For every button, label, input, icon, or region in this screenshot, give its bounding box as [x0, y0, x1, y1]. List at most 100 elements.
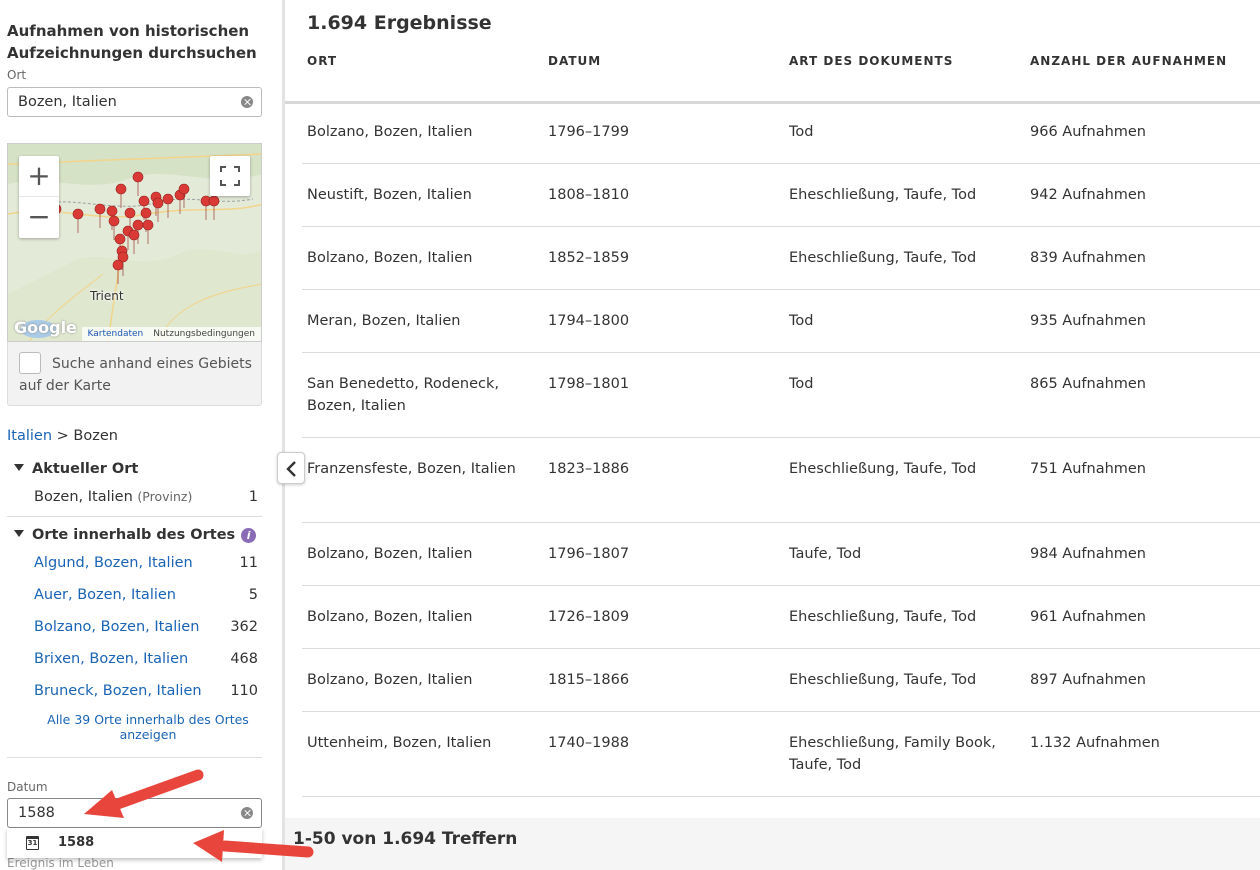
cell-datum: 1815–1866 — [548, 672, 630, 688]
list-item[interactable]: Auer, Bozen, Italien 5 — [34, 587, 258, 603]
cell-art: Eheschließung, Taufe, Tod — [789, 461, 977, 477]
map-data-link[interactable]: Kartendaten — [88, 329, 144, 339]
date-suggestion-text: 1588 — [58, 835, 95, 850]
cell-anzahl: 897 Aufnahmen — [1030, 672, 1146, 688]
breadcrumb: Italien > Bozen — [7, 428, 118, 444]
cell-datum: 1726–1809 — [548, 609, 630, 625]
cell-anzahl: 984 Aufnahmen — [1030, 546, 1146, 562]
place-link[interactable]: Algund, Bozen, Italien — [34, 555, 193, 571]
map[interactable]: + − Trient Google Kartendaten Nutzungsbed… — [7, 143, 262, 342]
pagination-summary: 1-50 von 1.694 Treffern — [293, 829, 518, 849]
table-row[interactable]: Franzensfeste, Bozen, Italien 1823–1886 … — [302, 458, 1260, 523]
list-item[interactable]: Brixen, Bozen, Italien 468 — [34, 651, 258, 667]
fullscreen-icon — [220, 166, 240, 186]
cell-datum: 1740–1988 — [548, 735, 630, 751]
list-item[interactable]: Bruneck, Bozen, Italien 110 — [34, 683, 258, 699]
sidebar-divider — [282, 0, 285, 870]
column-header-datum[interactable]: DATUM — [548, 54, 601, 68]
cell-ort: Bolzano, Bozen, Italien — [307, 609, 473, 625]
place-count: 110 — [230, 683, 258, 699]
place-link[interactable]: Brixen, Bozen, Italien — [34, 651, 188, 667]
breadcrumb-separator: > — [56, 428, 69, 444]
place-link[interactable]: Auer, Bozen, Italien — [34, 587, 176, 603]
area-search-label: Suche anhand eines Gebiets auf der Karte — [19, 356, 252, 394]
cell-art: Tod — [789, 313, 814, 329]
collapse-sidebar-button[interactable] — [277, 452, 305, 484]
header-rule — [285, 101, 1260, 104]
collapse-triangle-icon — [14, 464, 24, 471]
place-link[interactable]: Bolzano, Bozen, Italien — [34, 619, 199, 635]
clear-date-icon[interactable] — [241, 807, 253, 819]
table-row[interactable]: Bolzano, Bozen, Italien 1815–1866 Ehesch… — [302, 669, 1260, 712]
table-row[interactable]: Uttenheim, Bozen, Italien 1740–1988 Ehes… — [302, 732, 1260, 797]
clear-place-icon[interactable] — [241, 96, 253, 108]
cell-anzahl: 1.132 Aufnahmen — [1030, 735, 1160, 751]
date-input-value: 1588 — [18, 805, 55, 821]
current-place-heading[interactable]: Aktueller Ort — [14, 461, 138, 477]
show-all-places-link[interactable]: Alle 39 Orte innerhalb des Ortes anzeige… — [34, 712, 262, 742]
date-input[interactable]: 1588 — [7, 798, 262, 828]
column-header-anzahl[interactable]: ANZAHL DER AUFNAHMEN — [1030, 54, 1227, 68]
table-row[interactable]: Bolzano, Bozen, Italien 1796–1807 Taufe,… — [302, 543, 1260, 586]
cell-ort: Uttenheim, Bozen, Italien — [307, 735, 492, 751]
divider — [7, 757, 262, 758]
table-row[interactable]: Bolzano, Bozen, Italien 1796–1799 Tod 96… — [302, 121, 1260, 164]
cell-ort: Franzensfeste, Bozen, Italien — [307, 461, 516, 477]
cell-anzahl: 839 Aufnahmen — [1030, 250, 1146, 266]
cell-ort: Bolzano, Bozen, Italien — [307, 672, 473, 688]
current-place-name: Bozen, Italien — [34, 489, 133, 505]
breadcrumb-current: Bozen — [73, 428, 118, 444]
fullscreen-button[interactable] — [210, 156, 250, 196]
calendar-icon: 31 — [26, 836, 39, 850]
date-suggestion-item[interactable]: 31 1588 — [7, 828, 262, 858]
chevron-left-icon — [286, 461, 296, 477]
column-header-art[interactable]: ART DES DOKUMENTS — [789, 54, 953, 68]
place-count: 362 — [230, 619, 258, 635]
table-row[interactable]: Meran, Bozen, Italien 1794–1800 Tod 935 … — [302, 310, 1260, 353]
map-footer: Kartendaten Nutzungsbedingungen — [81, 327, 261, 341]
cell-anzahl: 751 Aufnahmen — [1030, 461, 1146, 477]
list-item[interactable]: Bolzano, Bozen, Italien 362 — [34, 619, 258, 635]
table-row[interactable]: Bolzano, Bozen, Italien 1726–1809 Ehesch… — [302, 606, 1260, 649]
place-label: Ort — [7, 68, 27, 82]
cell-art: Tod — [789, 124, 814, 140]
cell-anzahl: 961 Aufnahmen — [1030, 609, 1146, 625]
place-input[interactable]: Bozen, Italien — [7, 87, 262, 117]
cell-anzahl: 935 Aufnahmen — [1030, 313, 1146, 329]
sidebar-title: Aufnahmen von historischen Aufzeichnunge… — [7, 22, 257, 62]
current-place-heading-text: Aktueller Ort — [32, 461, 139, 477]
cell-datum: 1796–1799 — [548, 124, 630, 140]
places-within-heading[interactable]: Orte innerhalb des Ortes i — [14, 527, 257, 543]
zoom-in-button[interactable]: + — [19, 156, 59, 197]
cell-art: Tod — [789, 376, 814, 392]
area-search-panel: Suche anhand eines Gebiets auf der Karte — [7, 342, 262, 406]
cell-ort: Neustift, Bozen, Italien — [307, 187, 472, 203]
current-place-row: Bozen, Italien (Provinz) 1 — [34, 489, 258, 505]
zoom-out-button[interactable]: − — [19, 197, 59, 238]
place-count: 5 — [248, 587, 258, 603]
cell-art: Eheschließung, Taufe, Tod — [789, 672, 977, 688]
column-header-ort[interactable]: ORT — [307, 54, 337, 68]
cell-art: Eheschließung, Taufe, Tod — [789, 250, 977, 266]
map-terms-link[interactable]: Nutzungsbedingungen — [153, 329, 255, 339]
pagination-bar: 1-50 von 1.694 Treffern — [285, 818, 1260, 870]
collapse-triangle-icon — [14, 530, 24, 537]
info-icon[interactable]: i — [241, 528, 257, 543]
cell-anzahl: 966 Aufnahmen — [1030, 124, 1146, 140]
cell-datum: 1796–1807 — [548, 546, 630, 562]
cell-art: Eheschließung, Family Book, Taufe, Tod — [789, 735, 996, 773]
table-row[interactable]: Bolzano, Bozen, Italien 1852–1859 Ehesch… — [302, 247, 1260, 290]
cell-datum: 1823–1886 — [548, 461, 630, 477]
divider — [7, 516, 262, 517]
cell-anzahl: 942 Aufnahmen — [1030, 187, 1146, 203]
table-row[interactable]: San Benedetto, Rodeneck, Bozen, Italien … — [302, 373, 1260, 438]
table-row[interactable]: Neustift, Bozen, Italien 1808–1810 Ehesc… — [302, 184, 1260, 227]
breadcrumb-parent-link[interactable]: Italien — [7, 428, 52, 444]
place-link[interactable]: Bruneck, Bozen, Italien — [34, 683, 202, 699]
google-logo: Google — [14, 318, 77, 337]
list-item[interactable]: Algund, Bozen, Italien 11 — [34, 555, 258, 571]
map-city-label: Trient — [90, 289, 124, 303]
cell-datum: 1798–1801 — [548, 376, 630, 392]
cell-datum: 1794–1800 — [548, 313, 630, 329]
cell-art: Taufe, Tod — [789, 546, 862, 562]
